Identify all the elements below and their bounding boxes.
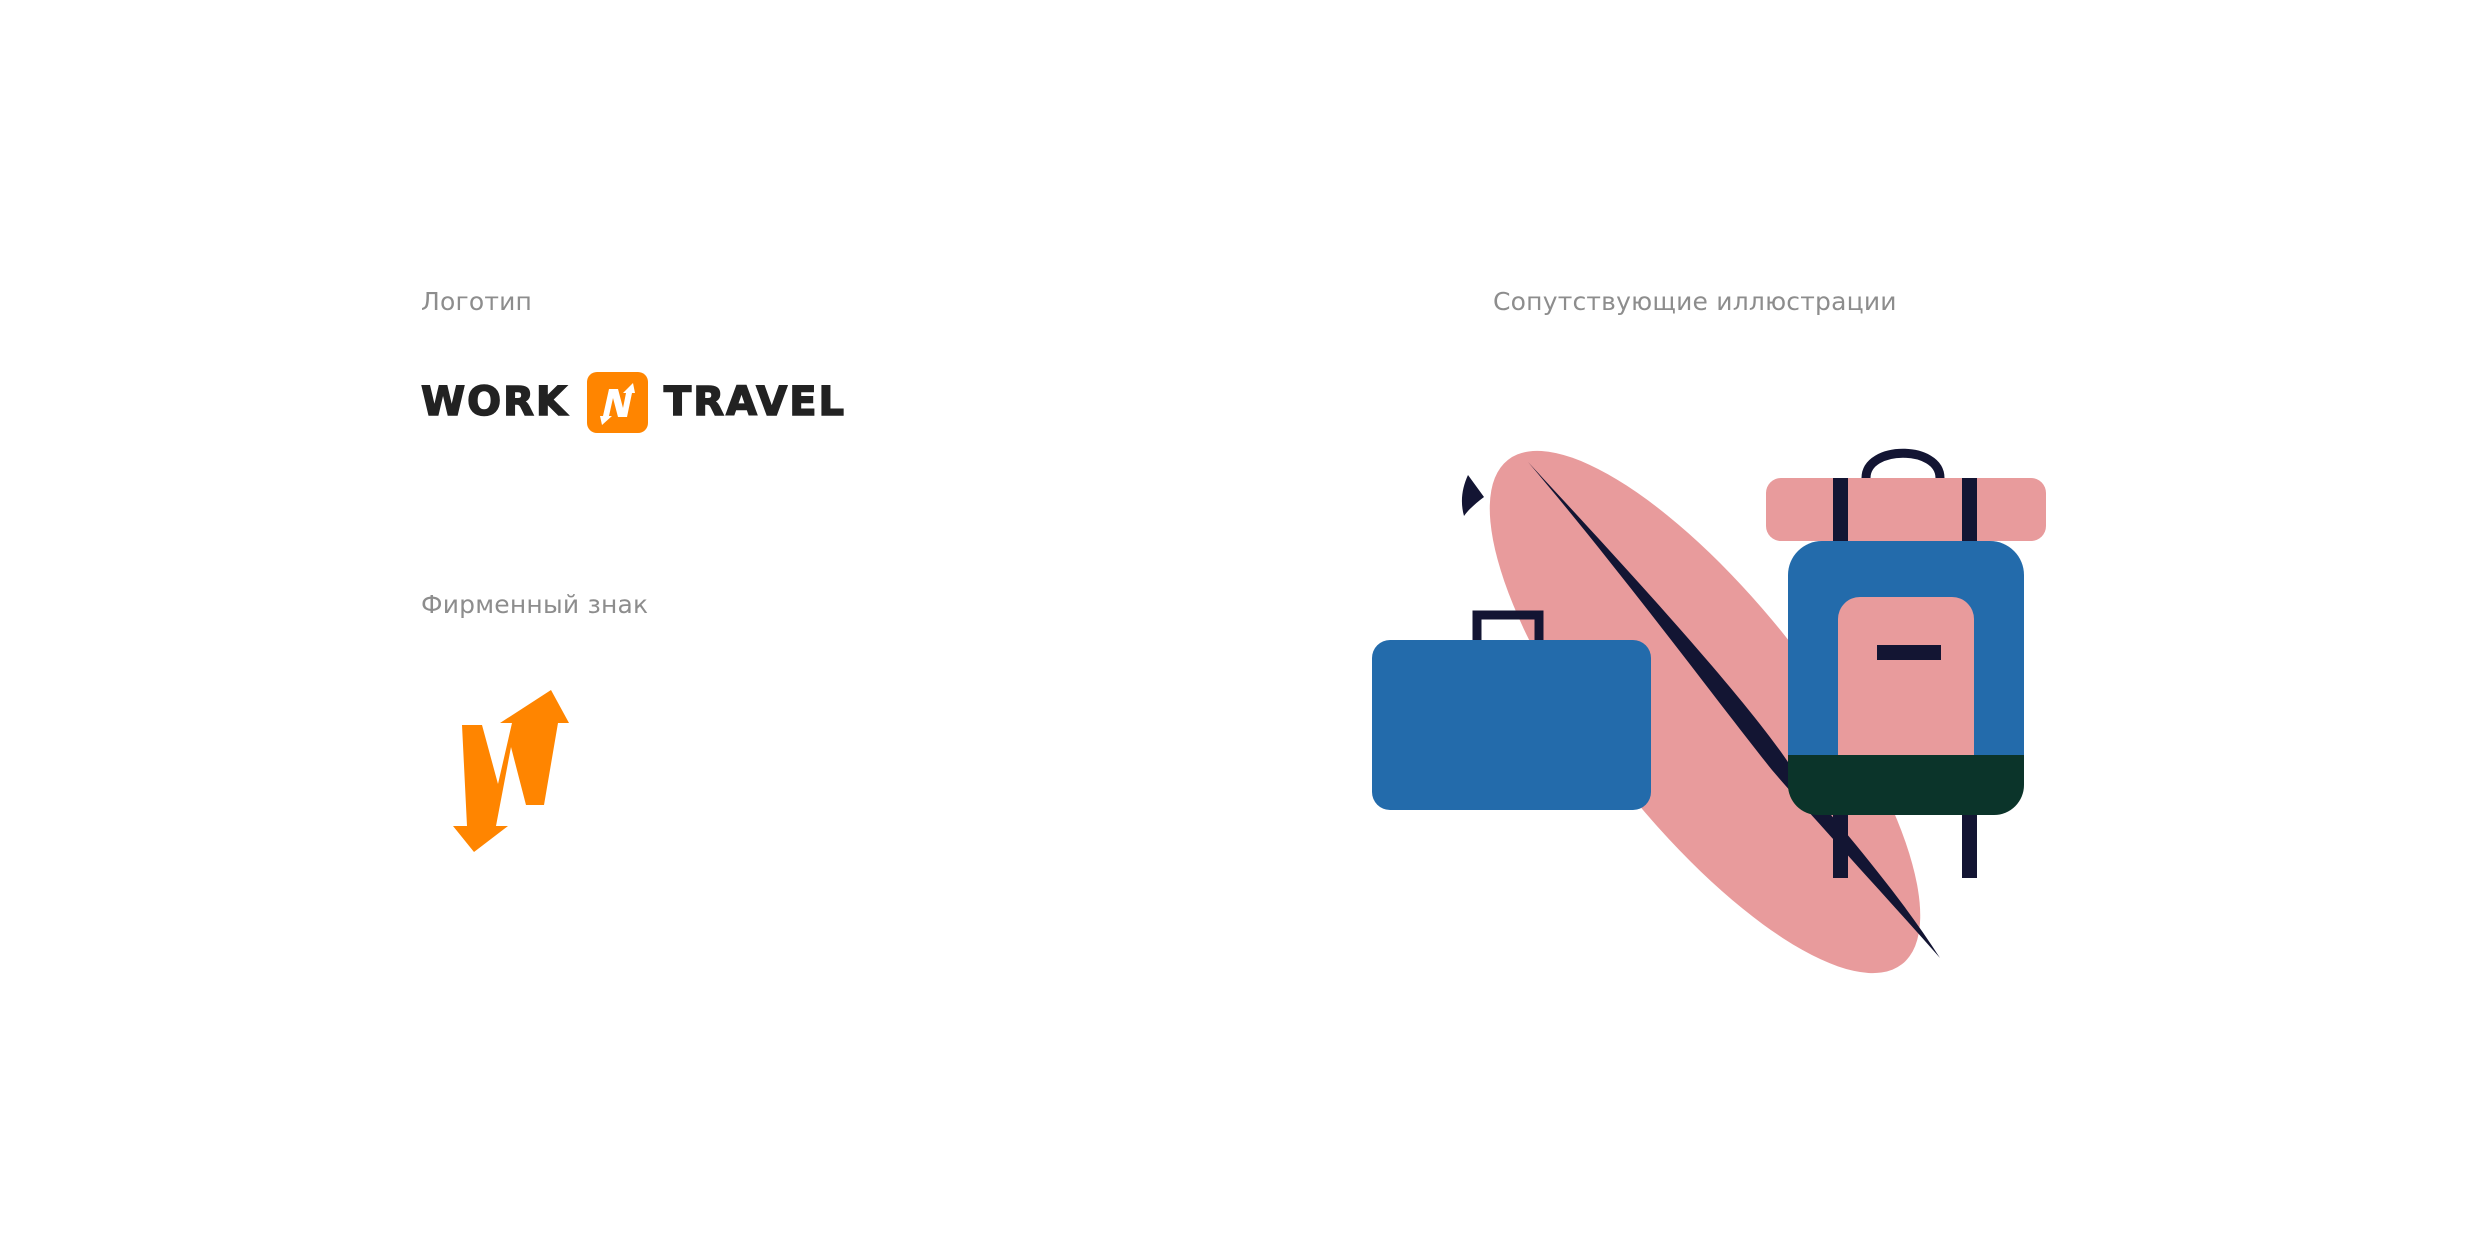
logo-word-work: WORK — [420, 379, 569, 425]
n-arrows-badge-icon — [586, 371, 648, 433]
illustrations-section-caption: Сопутствующие иллюстрации — [1493, 287, 1897, 316]
logo-word-travel: TRAVEL — [663, 379, 847, 425]
logo-section-caption: Логотип — [421, 287, 533, 316]
n-arrows-mark-icon — [453, 690, 569, 852]
work-n-travel-logo: WORK TRAVEL — [420, 370, 847, 434]
travel-illustration — [1372, 448, 2046, 974]
brand-mark-section-caption: Фирменный знак — [421, 590, 649, 619]
suitcase-icon — [1372, 610, 1651, 810]
